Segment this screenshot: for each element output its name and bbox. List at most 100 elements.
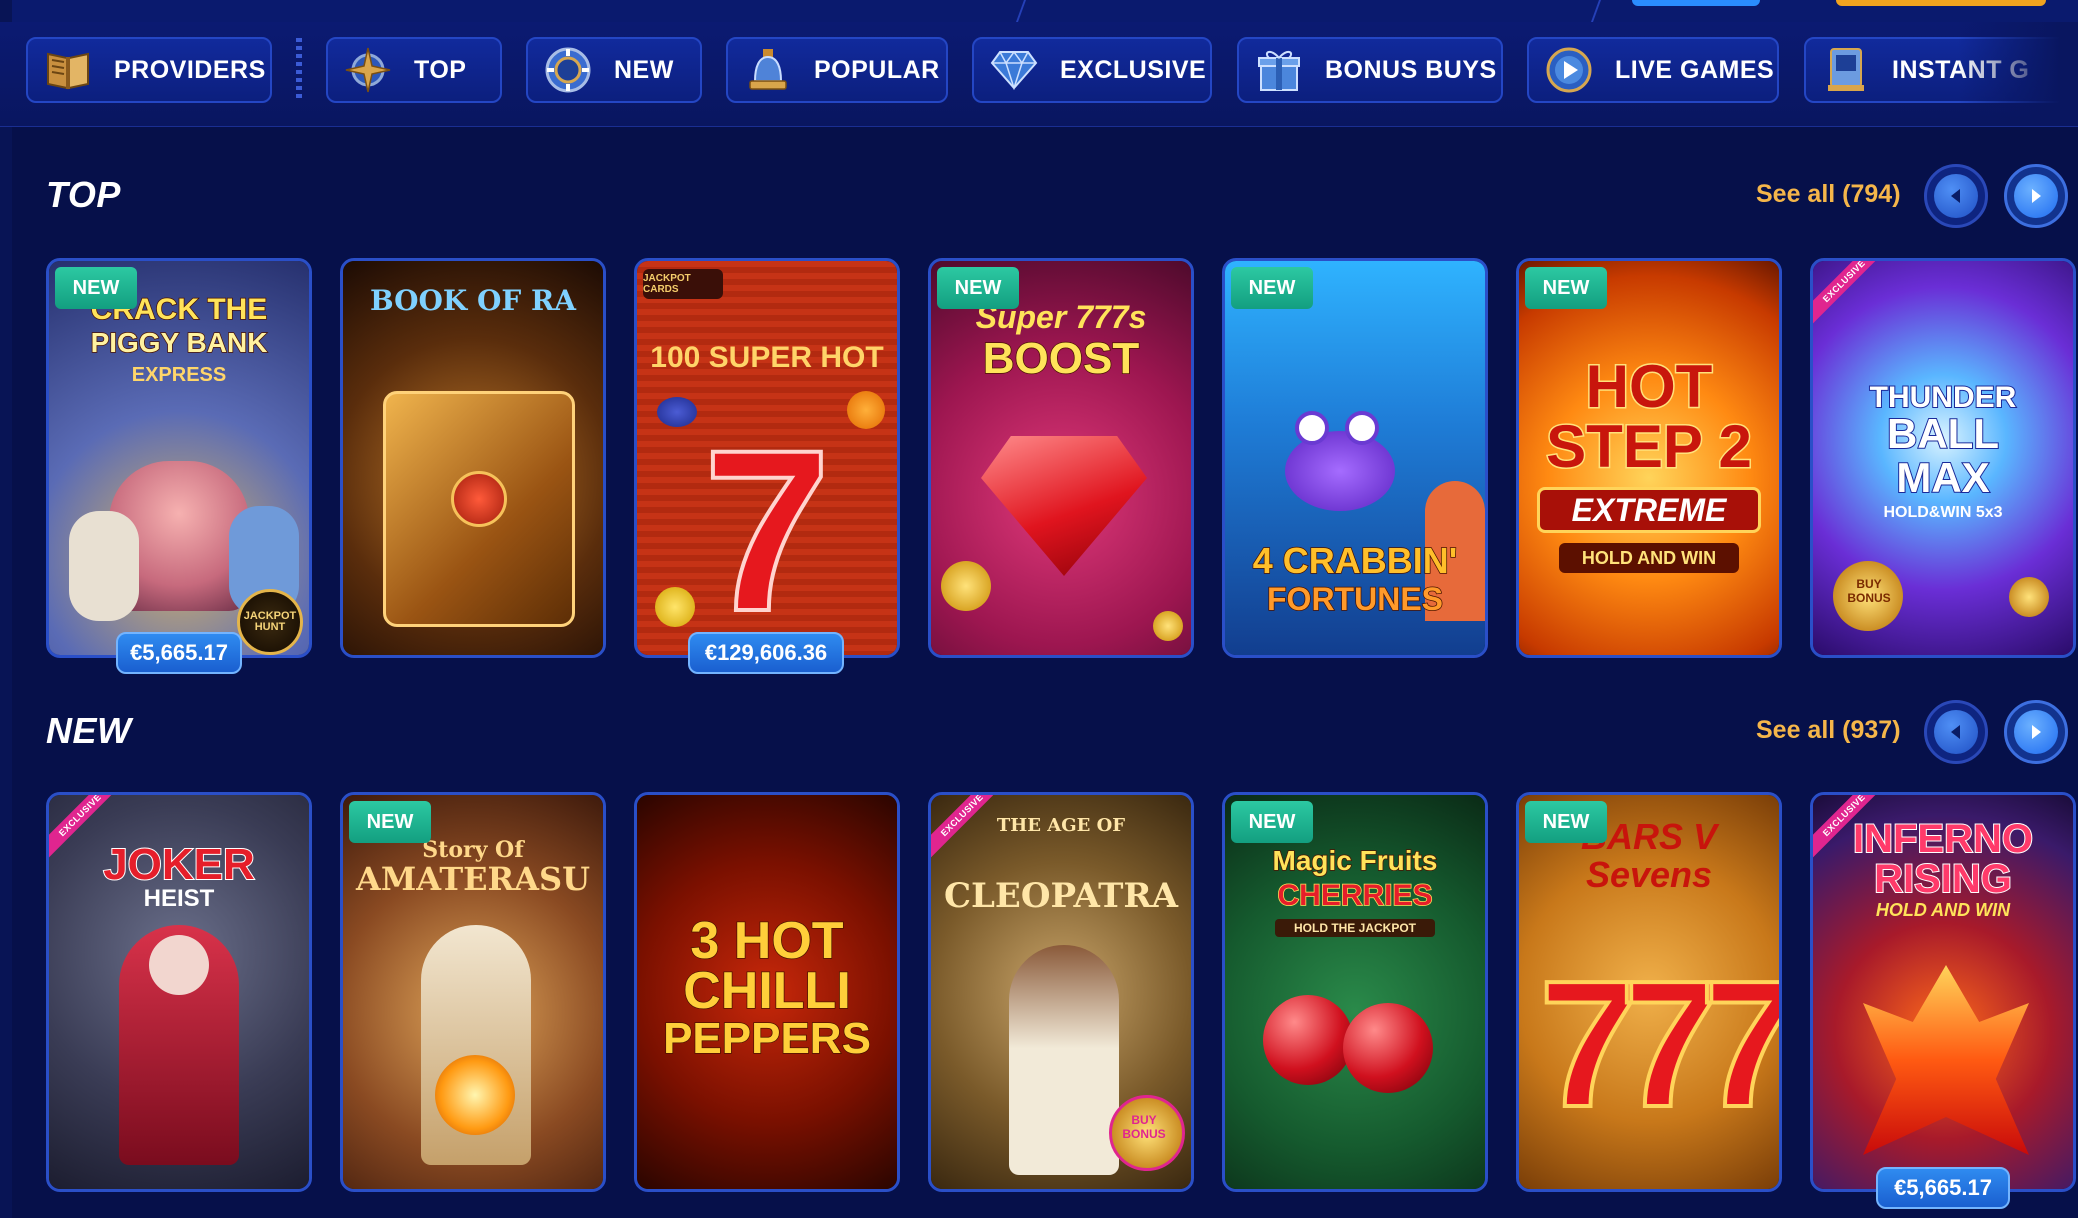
phoenix-art: [1863, 965, 2029, 1155]
jackpot-cards-logo: JACKPOT CARDS: [643, 269, 723, 299]
game-title: HOLD&WIN 5x3: [1883, 504, 2003, 521]
jackpot-amount: €5,665.17: [116, 632, 242, 674]
game-card-bars-v-sevens[interactable]: 777 BARS V Sevens NEW: [1516, 792, 1782, 1192]
new-badge: NEW: [1525, 267, 1607, 309]
jackpot-amount: €129,606.36: [688, 632, 844, 674]
game-card-inferno-rising[interactable]: INFERNO RISING HOLD AND WIN EXCLUSIVE: [1810, 792, 2076, 1192]
game-card-4-crabbin-fortunes[interactable]: 4 CRABBIN' FORTUNES NEW: [1222, 258, 1488, 658]
game-title: 3 HOT: [690, 912, 845, 970]
new-badge: NEW: [55, 267, 137, 309]
top-next-button[interactable]: [2004, 164, 2068, 228]
game-title: Sevens: [1585, 854, 1713, 895]
game-title: 4 CRABBIN': [1252, 540, 1458, 581]
new-prev-button[interactable]: [1924, 700, 1988, 764]
gift-icon: [1255, 46, 1303, 94]
game-title: FORTUNES: [1266, 581, 1444, 617]
nav-separator: [296, 38, 302, 102]
crab-character: [1285, 431, 1395, 511]
nav-scroll-fade: [1958, 22, 2078, 126]
game-card-joker-heist[interactable]: JOKER HEIST EXCLUSIVE: [46, 792, 312, 1192]
section-title-new: NEW: [46, 710, 132, 751]
game-title: THE AGE OF: [996, 815, 1126, 836]
nav-label: TOP: [414, 55, 467, 84]
book-icon: [44, 46, 92, 94]
instant-machine-icon: [1822, 46, 1870, 94]
cherry: [1343, 1003, 1433, 1093]
game-card-magic-fruits-cherries[interactable]: Magic Fruits CHERRIES HOLD THE JACKPOT N…: [1222, 792, 1488, 1192]
ruby-gem: [451, 471, 507, 527]
nav-providers[interactable]: PROVIDERS: [26, 37, 272, 103]
game-card-hot-step-2-extreme[interactable]: HOT STEP 2 EXTREME HOLD AND WIN NEW: [1516, 258, 1782, 658]
top-prev-button[interactable]: [1924, 164, 1988, 228]
character-face: [149, 935, 209, 995]
nav-label: EXCLUSIVE: [1060, 55, 1207, 84]
game-card-book-of-ra[interactable]: BOOK OF RA: [340, 258, 606, 658]
game-title: JOKER: [102, 840, 256, 889]
game-title: BALL: [1886, 410, 2000, 457]
game-title: CHERRIES: [1277, 879, 1434, 912]
left-rail: [0, 0, 12, 1218]
gold-coin: [941, 561, 991, 611]
jackpot-hunt-badge: JACKPOT HUNT: [237, 589, 303, 655]
nav-exclusive[interactable]: EXCLUSIVE: [972, 37, 1212, 103]
game-card-3-hot-chilli-peppers[interactable]: 3 HOT CHILLI PEPPERS: [634, 792, 900, 1192]
cherry: [1263, 995, 1353, 1085]
game-card-story-of-amaterasu[interactable]: Story Of AMATERASU NEW: [340, 792, 606, 1192]
game-title: THUNDER: [1869, 381, 2018, 414]
new-badge: NEW: [937, 267, 1019, 309]
game-art: 7: [637, 261, 897, 655]
game-card-age-of-cleopatra[interactable]: THE AGE OF CLEOPATRA BUY BONUS EXCLUSIVE: [928, 792, 1194, 1192]
game-title: HOT STEP 2: [1545, 353, 1754, 480]
top-strip: [0, 0, 2078, 23]
crab-eye: [1295, 411, 1329, 445]
register-button-edge[interactable]: [1836, 0, 2046, 6]
see-all-new-link[interactable]: See all (937): [1756, 716, 1901, 745]
category-nav: PROVIDERS TOP NEW POPULAR EXCLUSIVE BONU…: [0, 22, 2078, 127]
nav-live-games[interactable]: LIVE GAMES: [1527, 37, 1779, 103]
see-all-top-link[interactable]: See all (794): [1756, 180, 1901, 209]
nav-label: BONUS BUYS: [1325, 55, 1497, 84]
login-button-edge[interactable]: [1632, 0, 1760, 6]
chip-icon: [544, 46, 592, 94]
game-title: HOLD AND WIN: [1559, 543, 1739, 573]
sun-orb: [435, 1055, 515, 1135]
game-card-crack-the-piggy-bank[interactable]: JACKPOT HUNT CRACK THE PIGGY BANK EXPRES…: [46, 258, 312, 658]
plum-fruit: [657, 397, 697, 427]
arrow-right-icon: [2032, 189, 2041, 203]
arrow-left-icon: [1951, 725, 1960, 739]
game-title: Magic Fruits: [1272, 845, 1438, 876]
new-next-button[interactable]: [2004, 700, 2068, 764]
game-title: HEIST: [143, 885, 215, 912]
game-title: 100 SUPER HOT: [650, 341, 884, 374]
game-title: BOOST: [982, 334, 1140, 383]
nav-label: LIVE GAMES: [1615, 55, 1775, 84]
game-card-thunder-ball-max[interactable]: THUNDER BALL MAX HOLD&WIN 5x3 BUY BONUS …: [1810, 258, 2076, 658]
nav-label: POPULAR: [814, 55, 940, 84]
nav-label: PROVIDERS: [114, 55, 266, 84]
game-title: BOOK OF RA: [369, 284, 577, 317]
game-card-100-super-hot[interactable]: 7 JACKPOT CARDS 100 SUPER HOT: [634, 258, 900, 658]
new-badge: NEW: [1525, 801, 1607, 843]
nav-new[interactable]: NEW: [526, 37, 702, 103]
strip-divider: [1590, 0, 1602, 22]
gold-coin: [2009, 577, 2049, 617]
game-title: PIGGY BANK: [90, 327, 268, 358]
game-title: AMATERASU: [356, 860, 590, 898]
game-title: RISING: [1873, 857, 2013, 901]
nav-top[interactable]: TOP: [326, 37, 502, 103]
game-card-super-777s-boost[interactable]: Super 777s BOOST NEW: [928, 258, 1194, 658]
game-title: HOLD AND WIN: [1875, 900, 2011, 920]
new-badge: NEW: [1231, 267, 1313, 309]
diamond-icon: [990, 46, 1038, 94]
buy-bonus-label: BUY BONUS: [1122, 1113, 1166, 1141]
game-title: HOLD THE JACKPOT: [1275, 919, 1435, 937]
gold-coin: [1153, 611, 1183, 641]
jackpot-amount: €5,665.17: [1876, 1167, 2010, 1209]
orange-fruit: [847, 391, 885, 429]
game-title: EXPRESS: [131, 364, 227, 386]
nav-bonus-buys[interactable]: BONUS BUYS: [1237, 37, 1503, 103]
game-art: [343, 261, 603, 655]
nav-label: NEW: [614, 55, 674, 84]
nav-popular[interactable]: POPULAR: [726, 37, 948, 103]
cleopatra-character: [1009, 945, 1119, 1175]
